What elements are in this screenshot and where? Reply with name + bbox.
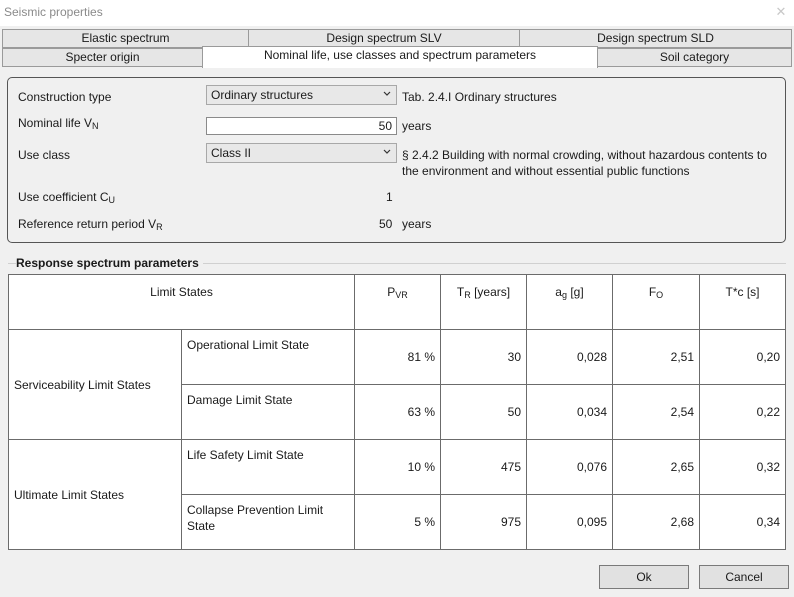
header-pvr: PVR [354, 274, 441, 330]
group-ultimate: Ultimate Limit States [8, 439, 182, 550]
use-class-label: Use class [18, 148, 71, 162]
response-spectrum-table: Limit States PVR TR [years] ag [g] FO T*… [8, 274, 786, 550]
construction-type-label: Construction type [18, 90, 112, 104]
construction-type-select[interactable]: Ordinary structures [206, 85, 397, 105]
cell-tc: 0,34 [699, 494, 786, 550]
tab-specter-origin[interactable]: Specter origin [2, 48, 203, 67]
header-ag: ag [g] [526, 274, 613, 330]
cell-tr: 50 [440, 384, 527, 440]
ok-button[interactable]: Ok [599, 565, 689, 589]
use-class-value: Class II [211, 146, 252, 160]
header-tr: TR [years] [440, 274, 527, 330]
cell-fo: 2,68 [612, 494, 700, 550]
close-icon[interactable]: ✕ [774, 5, 788, 19]
cell-fo: 2,51 [612, 329, 700, 385]
construction-type-value: Ordinary structures [211, 88, 314, 102]
return-period-unit: years [402, 217, 432, 231]
cell-ag: 0,034 [526, 384, 613, 440]
cell-tc: 0,20 [699, 329, 786, 385]
window-title: Seismic properties [4, 5, 103, 19]
cell-ag: 0,076 [526, 439, 613, 495]
header-fo: FO [612, 274, 700, 330]
use-class-select[interactable]: Class II [206, 143, 397, 163]
cell-ag: 0,028 [526, 329, 613, 385]
cell-tc: 0,22 [699, 384, 786, 440]
limit-state-name: Operational Limit State [181, 329, 355, 385]
table-row[interactable]: Serviceability Limit States Operational … [8, 329, 786, 440]
tab-soil-category[interactable]: Soil category [597, 48, 792, 67]
construction-type-note: Tab. 2.4.I Ordinary structures [402, 90, 557, 104]
cell-tr: 475 [440, 439, 527, 495]
use-class-note-line1: § 2.4.2 Building with normal crowding, w… [402, 148, 767, 162]
cell-fo: 2,54 [612, 384, 700, 440]
cell-ag: 0,095 [526, 494, 613, 550]
use-coefficient-value: 1 [386, 190, 393, 204]
cell-pvr: 81 % [354, 329, 441, 385]
return-period-value: 50 [379, 217, 393, 231]
table-header-row: Limit States PVR TR [years] ag [g] FO T*… [8, 274, 786, 330]
limit-state-name: Life Safety Limit State [181, 439, 355, 495]
header-limit-states: Limit States [8, 274, 355, 330]
cell-tr: 30 [440, 329, 527, 385]
cell-pvr: 63 % [354, 384, 441, 440]
nominal-life-label: Nominal life VN [18, 116, 99, 131]
limit-state-name: Damage Limit State [181, 384, 355, 440]
title-bar: Seismic properties ✕ [0, 0, 794, 26]
group-serviceability: Serviceability Limit States [8, 329, 182, 440]
table-row[interactable]: Ultimate Limit States Life Safety Limit … [8, 439, 786, 550]
header-tc: T*c [s] [699, 274, 786, 330]
use-class-note-line2: the environment and without essential pu… [402, 164, 690, 178]
limit-state-name: Collapse Prevention Limit State [181, 494, 355, 550]
response-section-title: Response spectrum parameters [16, 256, 203, 270]
cell-tr: 975 [440, 494, 527, 550]
cell-pvr: 5 % [354, 494, 441, 550]
use-coefficient-label: Use coefficient CU [18, 190, 115, 205]
chevron-down-icon [383, 91, 391, 96]
cancel-button[interactable]: Cancel [699, 565, 789, 589]
chevron-down-icon [383, 149, 391, 154]
cell-fo: 2,65 [612, 439, 700, 495]
nominal-life-value: 50 [378, 119, 392, 133]
nominal-life-unit: years [402, 119, 432, 133]
cell-tc: 0,32 [699, 439, 786, 495]
return-period-label: Reference return period VR [18, 217, 163, 232]
cell-pvr: 10 % [354, 439, 441, 495]
nominal-life-input[interactable]: 50 [206, 117, 397, 135]
tab-nominal-life[interactable]: Nominal life, use classes and spectrum p… [202, 46, 598, 68]
